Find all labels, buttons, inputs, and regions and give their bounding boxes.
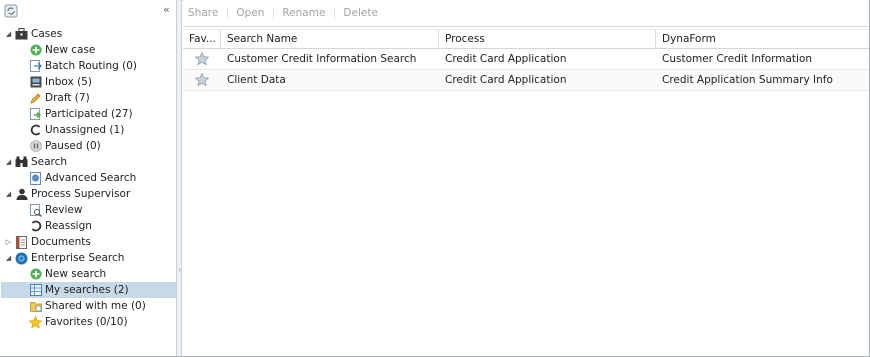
participated-icon bbox=[29, 107, 42, 121]
tree-label: Participated (27) bbox=[45, 108, 133, 120]
process-cell: Credit Card Application bbox=[445, 74, 567, 86]
unassigned-icon bbox=[29, 124, 42, 137]
add-green-icon bbox=[29, 44, 42, 57]
enterprise-search-icon bbox=[15, 252, 28, 265]
navigation-tree-panel: « ◢ Cases New case Batch Routing (0) Inb… bbox=[0, 0, 177, 356]
refresh-icon[interactable] bbox=[4, 4, 18, 18]
tree-node-participated[interactable]: Participated (27) bbox=[29, 106, 133, 122]
column-header-process[interactable]: Process bbox=[439, 30, 656, 50]
favorite-star-icon[interactable] bbox=[183, 49, 221, 69]
tree-label: Paused (0) bbox=[45, 140, 101, 152]
batch-routing-icon bbox=[29, 59, 42, 73]
pencil-icon bbox=[29, 92, 42, 105]
table-icon bbox=[29, 284, 42, 297]
panel-splitter[interactable]: ‹ bbox=[177, 0, 182, 356]
tree-node-unassigned[interactable]: Unassigned (1) bbox=[29, 122, 124, 138]
tree-node-my-searches[interactable]: My searches (2) bbox=[1, 282, 176, 298]
process-cell: Credit Card Application bbox=[445, 53, 567, 65]
documents-icon bbox=[15, 235, 28, 249]
tree-node-process-supervisor[interactable]: ◢ Process Supervisor bbox=[4, 186, 130, 202]
tree-header: « bbox=[0, 0, 176, 22]
pause-icon bbox=[29, 140, 42, 153]
expand-arrow-icon[interactable]: ◢ bbox=[4, 190, 13, 198]
splitter-grip-icon[interactable]: ‹ bbox=[178, 265, 181, 274]
tree-node-review[interactable]: Review bbox=[29, 202, 82, 218]
tree-node-reassign[interactable]: Reassign bbox=[29, 218, 92, 234]
tree-label: Review bbox=[45, 204, 83, 216]
content-panel: Share Open Rename Delete Fav... Search N… bbox=[183, 0, 869, 356]
tree-node-cases[interactable]: ◢ Cases bbox=[4, 26, 62, 42]
tree-label: Advanced Search bbox=[45, 172, 137, 184]
rename-button[interactable]: Rename bbox=[282, 7, 336, 19]
toolbar: Share Open Rename Delete bbox=[183, 0, 869, 27]
collapsed-arrow-icon[interactable]: ▷ bbox=[4, 238, 13, 246]
tree-node-shared-with-me[interactable]: Shared with me (0) bbox=[29, 298, 146, 314]
inbox-icon bbox=[29, 76, 42, 89]
table-row[interactable]: Customer Credit Information Search Credi… bbox=[183, 49, 869, 70]
grid-header: Fav... Search Name Process DynaForm bbox=[183, 29, 869, 50]
dynaform-cell: Credit Application Summary Info bbox=[662, 74, 833, 86]
tree-label: New case bbox=[45, 44, 96, 56]
expand-arrow-icon[interactable]: ◢ bbox=[4, 254, 13, 262]
search-name-cell: Client Data bbox=[227, 74, 286, 86]
tree-node-favorites[interactable]: Favorites (0/10) bbox=[29, 314, 128, 330]
tree-label: My searches (2) bbox=[45, 284, 129, 296]
tree-node-search[interactable]: ◢ Search bbox=[4, 154, 67, 170]
tree-label: Favorites (0/10) bbox=[45, 316, 128, 328]
table-row[interactable]: Client Data Credit Card Application Cred… bbox=[183, 70, 869, 91]
column-header-search-name[interactable]: Search Name bbox=[221, 30, 439, 50]
open-button[interactable]: Open bbox=[236, 7, 275, 19]
expand-arrow-icon[interactable]: ◢ bbox=[4, 158, 13, 166]
tree-label: Enterprise Search bbox=[31, 252, 125, 264]
tree-node-draft[interactable]: Draft (7) bbox=[29, 90, 90, 106]
search-name-cell: Customer Credit Information Search bbox=[227, 53, 417, 65]
tree-label: Shared with me (0) bbox=[45, 300, 146, 312]
tree-label: Unassigned (1) bbox=[45, 124, 125, 136]
collapse-panel-icon[interactable]: « bbox=[163, 4, 170, 16]
tree-label: New search bbox=[45, 268, 107, 280]
searches-grid: Fav... Search Name Process DynaForm Cust… bbox=[183, 29, 869, 91]
tree-label: Cases bbox=[31, 28, 63, 40]
shared-icon bbox=[29, 300, 42, 313]
binoculars-icon bbox=[15, 156, 28, 169]
tree-node-documents[interactable]: ▷ Documents bbox=[4, 234, 91, 250]
add-green-icon bbox=[29, 268, 42, 281]
expand-arrow-icon[interactable]: ◢ bbox=[4, 30, 13, 38]
tree-node-paused[interactable]: Paused (0) bbox=[29, 138, 101, 154]
tree-node-inbox[interactable]: Inbox (5) bbox=[29, 74, 92, 90]
tree-label: Process Supervisor bbox=[31, 188, 131, 200]
tree-node-batch-routing[interactable]: Batch Routing (0) bbox=[29, 58, 137, 74]
tree-label: Inbox (5) bbox=[45, 76, 92, 88]
tree-label: Batch Routing (0) bbox=[45, 60, 137, 72]
tree-node-new-case[interactable]: New case bbox=[29, 42, 95, 58]
dynaform-cell: Customer Credit Information bbox=[662, 53, 813, 65]
tree-label: Reassign bbox=[45, 220, 92, 232]
tree-label: Documents bbox=[31, 236, 91, 248]
star-icon bbox=[29, 315, 42, 329]
briefcase-icon bbox=[15, 28, 28, 41]
review-icon bbox=[29, 203, 42, 217]
tree-node-advanced-search[interactable]: Advanced Search bbox=[29, 170, 136, 186]
user-icon bbox=[15, 188, 28, 201]
tree-label: Draft (7) bbox=[45, 92, 90, 104]
favorite-star-icon[interactable] bbox=[183, 70, 221, 90]
tree-node-enterprise-search[interactable]: ◢ Enterprise Search bbox=[4, 250, 124, 266]
share-button[interactable]: Share bbox=[188, 7, 229, 19]
advanced-search-icon bbox=[29, 171, 42, 185]
column-header-dynaform[interactable]: DynaForm bbox=[656, 30, 869, 50]
reassign-icon bbox=[29, 220, 42, 233]
column-header-favorite[interactable]: Fav... bbox=[183, 30, 221, 50]
delete-button[interactable]: Delete bbox=[343, 7, 388, 19]
tree-node-new-search[interactable]: New search bbox=[29, 266, 106, 282]
tree-label: Search bbox=[31, 156, 68, 168]
